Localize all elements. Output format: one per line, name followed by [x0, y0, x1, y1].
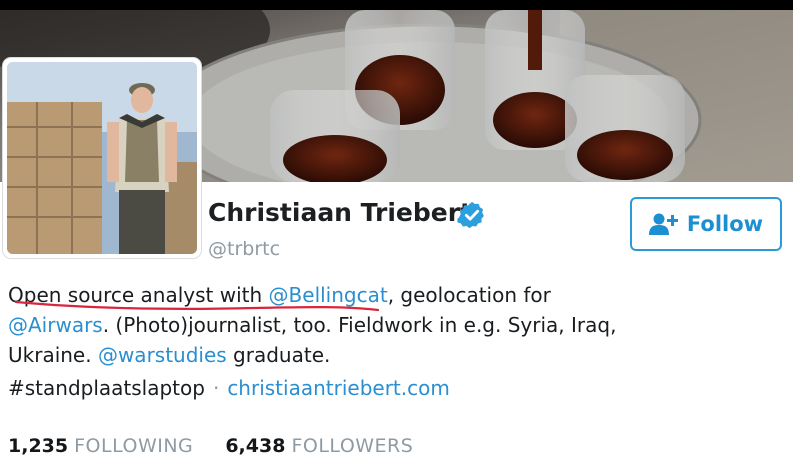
- verified-badge-icon: [457, 201, 484, 229]
- following-count: 1,235: [8, 435, 69, 457]
- following-label: FOLLOWING: [74, 435, 194, 457]
- bio-text: graduate.: [226, 343, 331, 367]
- profile-stats: 1,235 FOLLOWING 6,438 FOLLOWERS: [8, 435, 439, 457]
- hand-drawn-underline: [14, 300, 380, 312]
- following-stat[interactable]: 1,235 FOLLOWING: [8, 435, 193, 457]
- bio-text: Ukraine.: [8, 343, 98, 367]
- followers-count: 6,438: [225, 435, 286, 457]
- followers-stat[interactable]: 6,438 FOLLOWERS: [225, 435, 413, 457]
- meta-separator: ·: [212, 376, 220, 400]
- followers-label: FOLLOWERS: [291, 435, 414, 457]
- profile-meta: #standplaatslaptop · christiaantriebert.co…: [8, 376, 450, 400]
- add-user-icon: [648, 213, 678, 235]
- bio-text: , geolocation for: [387, 283, 551, 307]
- profile-location: #standplaatslaptop: [8, 376, 205, 400]
- profile-name: Christiaan Triebert: [208, 198, 472, 227]
- mention-link-warstudies[interactable]: @warstudies: [98, 343, 227, 367]
- status-bar: [0, 0, 793, 10]
- profile-bio: Open source analyst with @Bellingcat, ge…: [8, 280, 708, 370]
- follow-button-label: Follow: [686, 212, 764, 236]
- profile-handle[interactable]: @trbrtc: [208, 238, 280, 260]
- profile-website-link[interactable]: christiaantriebert.com: [227, 376, 450, 400]
- follow-button[interactable]: Follow: [630, 197, 782, 251]
- profile-avatar[interactable]: [3, 58, 201, 258]
- bio-line-3: Ukraine. @warstudies graduate.: [8, 340, 708, 370]
